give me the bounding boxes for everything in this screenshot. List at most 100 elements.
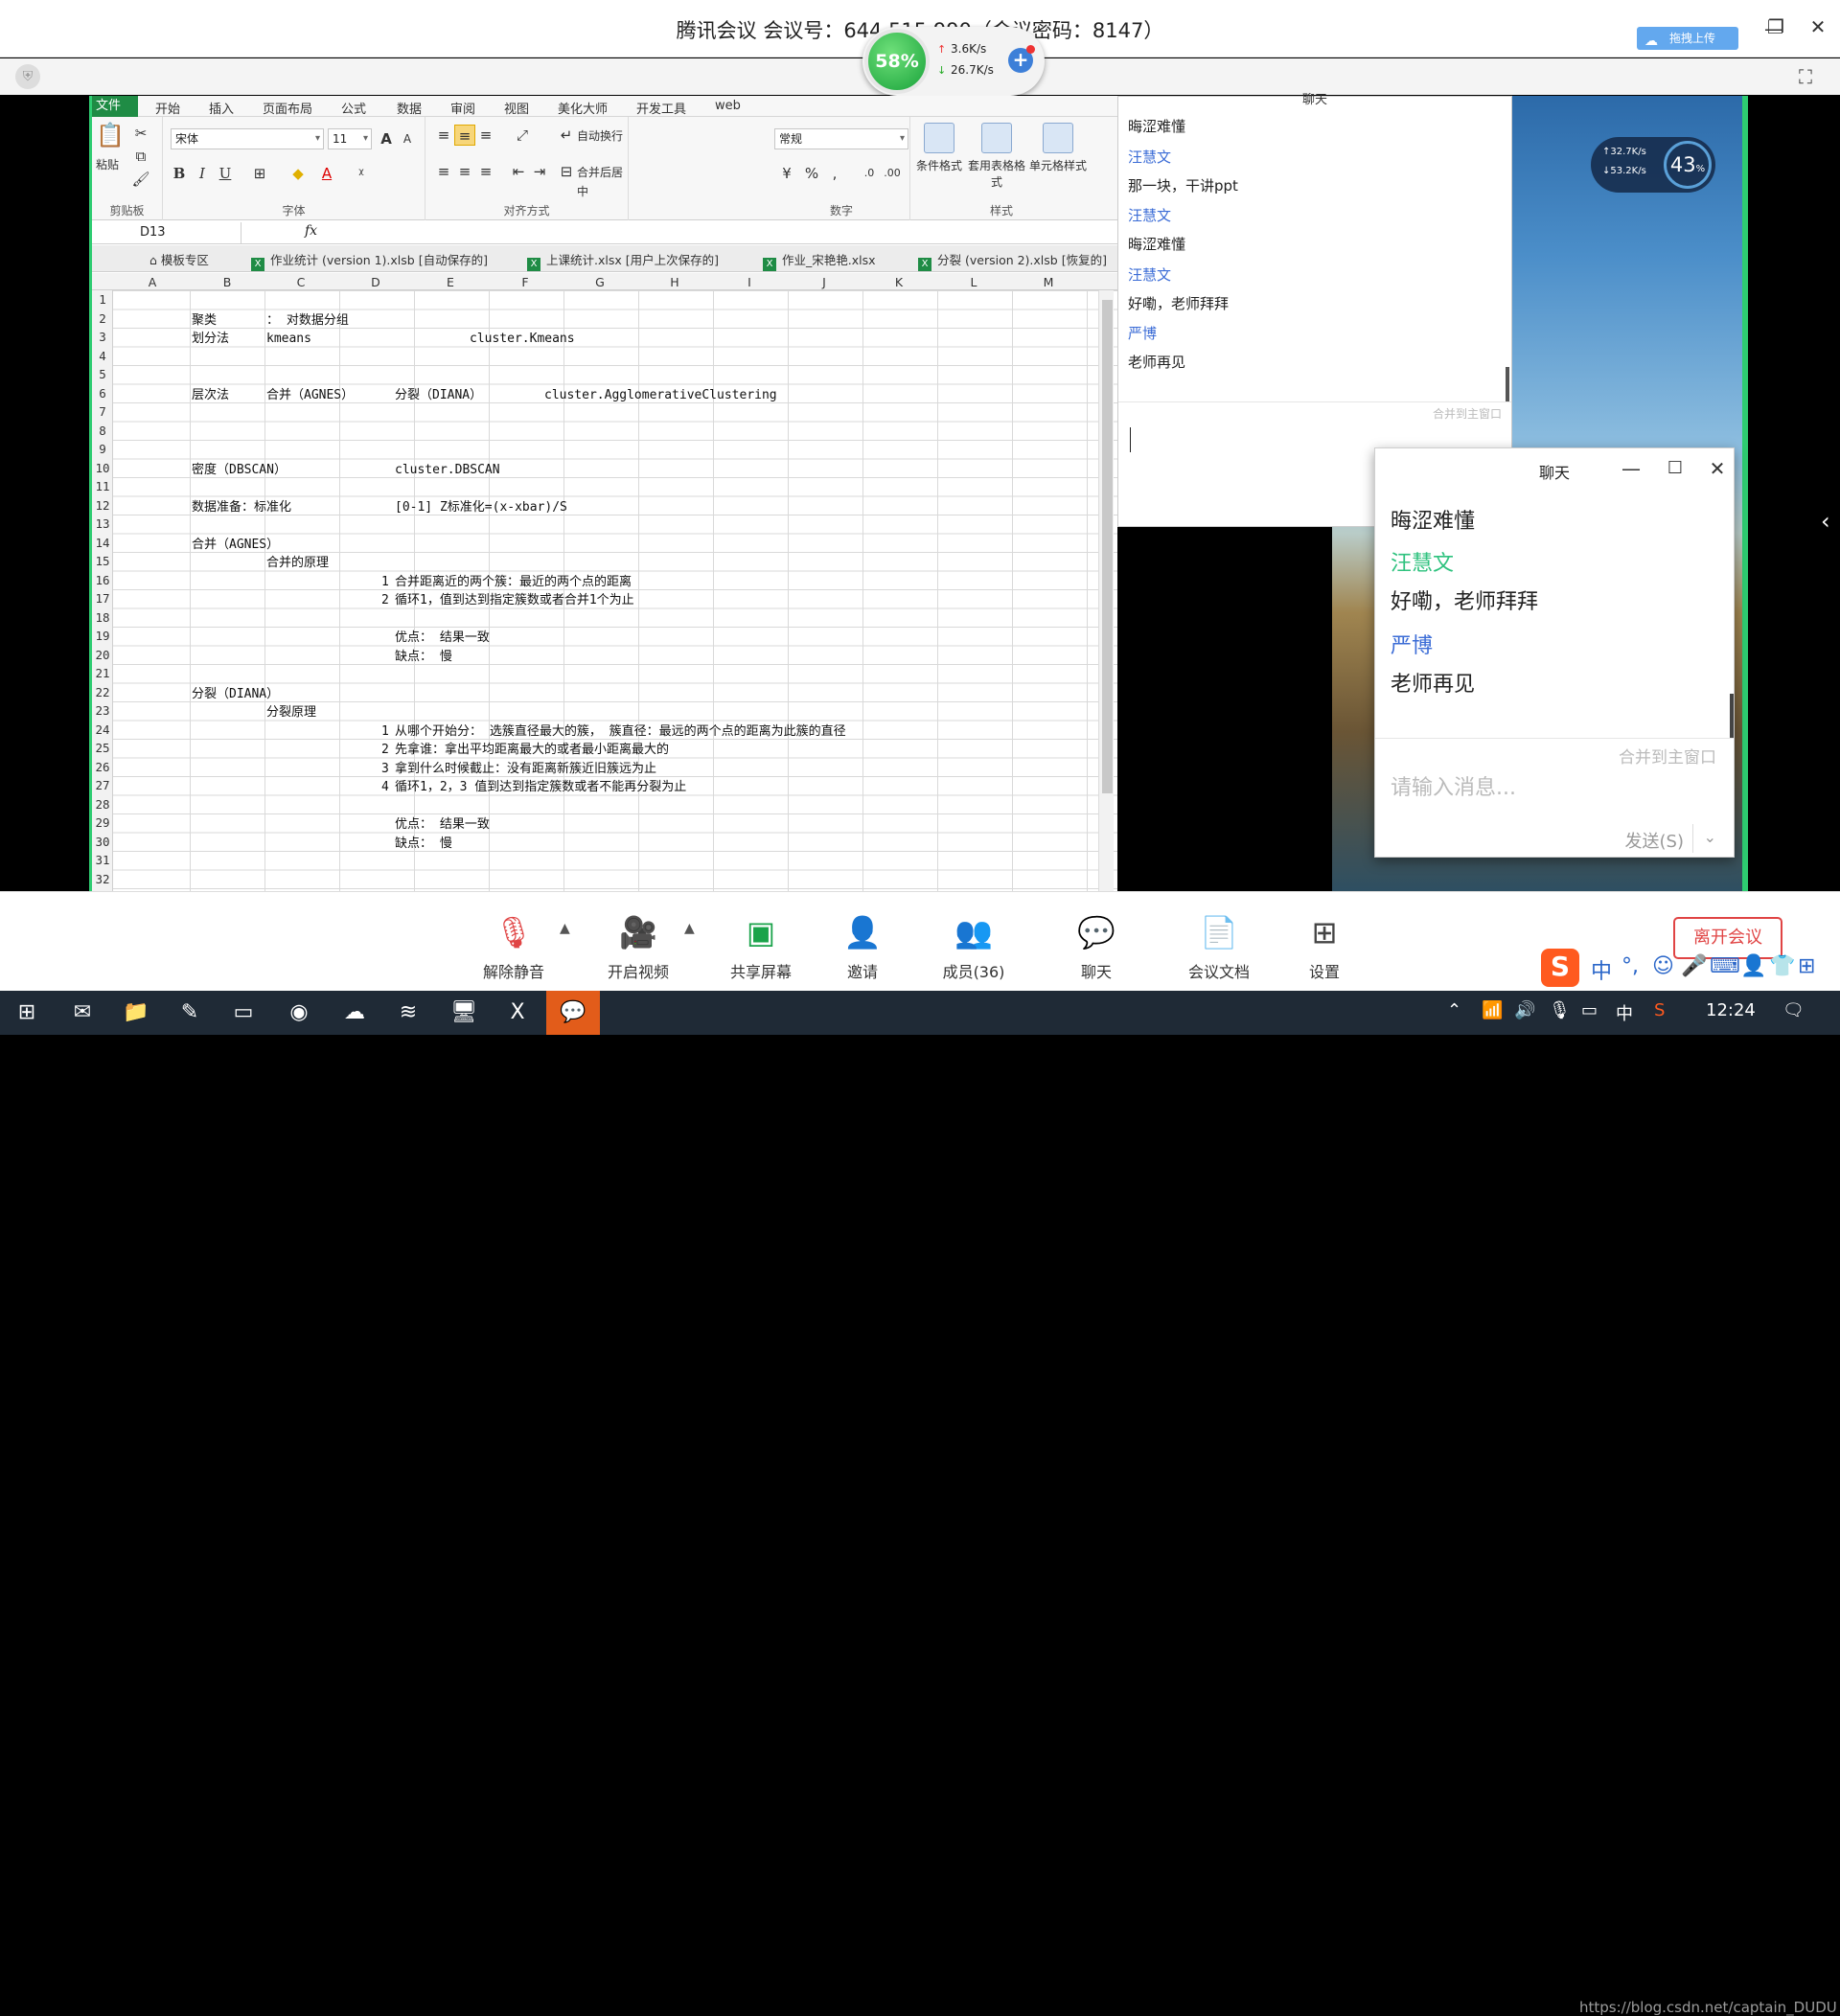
chrome-icon[interactable]: ◉ xyxy=(272,991,326,1035)
cell-d20[interactable]: 缺点： 慢 xyxy=(395,648,452,666)
cell-b14[interactable]: 合并（AGNES） xyxy=(192,536,279,554)
volume-icon[interactable]: 🔊 xyxy=(1514,1000,1535,1020)
row-header[interactable]: 29 xyxy=(92,815,112,830)
cell-c23[interactable]: 分裂原理 xyxy=(266,703,316,722)
restore-icon[interactable]: ❐ xyxy=(1760,11,1792,44)
folder-icon[interactable]: 📁 xyxy=(109,991,163,1035)
settings-button[interactable]: ⊞ 设置 xyxy=(1276,911,1372,982)
cell-d29[interactable]: 优点： 结果一致 xyxy=(395,815,490,834)
tencent-meeting-icon[interactable]: ≋ xyxy=(381,991,435,1035)
cell-d25[interactable]: 先拿谁：拿出平均距离最大的或者最小距离最大的 xyxy=(395,741,669,759)
doc-tab-3[interactable]: X 作业_宋艳艳.xlsx xyxy=(763,250,876,271)
tab-data[interactable]: 数据 xyxy=(397,99,422,117)
col-f[interactable]: F xyxy=(516,275,535,289)
cell-d30[interactable]: 缺点： 慢 xyxy=(395,835,452,853)
doc-tab-4[interactable]: X 分裂 (version 2).xlsb [恢复的] xyxy=(918,250,1107,271)
tab-beautify[interactable]: 美化大师 xyxy=(558,99,608,117)
cut-icon[interactable]: ✂ xyxy=(130,123,151,144)
table-format-button[interactable]: 套用表格格式 xyxy=(968,119,1025,195)
align-center-icon[interactable]: ≡ xyxy=(454,161,475,182)
row-header[interactable]: 17 xyxy=(92,591,112,606)
row-header[interactable]: 15 xyxy=(92,554,112,568)
row-header[interactable]: 24 xyxy=(92,722,112,737)
skin-icon[interactable]: 👕 xyxy=(1769,954,1795,978)
cell-c25-num[interactable]: 2 xyxy=(381,741,389,759)
align-right-icon[interactable]: ≡ xyxy=(475,161,496,182)
paste-icon[interactable]: 📋 xyxy=(96,124,125,153)
row-header[interactable]: 18 xyxy=(92,610,112,625)
row-header[interactable]: 9 xyxy=(92,442,112,456)
format-painter-icon[interactable]: 🖌 xyxy=(130,169,151,190)
cell-c26-num[interactable]: 3 xyxy=(381,760,389,778)
close-icon[interactable]: ✕ xyxy=(1703,454,1732,483)
row-header[interactable]: 23 xyxy=(92,703,112,718)
chat-sender[interactable]: 汪慧文 xyxy=(1128,205,1171,225)
chat-sender[interactable]: 严博 xyxy=(1128,323,1157,343)
decrease-decimal-icon[interactable]: .00 xyxy=(882,163,903,184)
row-header[interactable]: 31 xyxy=(92,853,112,867)
chat-scrollbar[interactable] xyxy=(1730,694,1734,738)
cell-c15[interactable]: 合并的原理 xyxy=(266,554,329,572)
col-d[interactable]: D xyxy=(366,275,385,289)
notification-icon[interactable]: 🗨 xyxy=(1782,1000,1805,1020)
chevron-down-icon[interactable]: ⌄ xyxy=(1704,828,1716,846)
chat-sender[interactable]: 汪慧文 xyxy=(1391,546,1454,577)
keyboard-icon[interactable]: ⌨ xyxy=(1710,954,1740,978)
message-input[interactable]: 请输入消息... xyxy=(1391,770,1516,801)
wrap-text-icon[interactable]: ↵ xyxy=(556,125,577,146)
doc-tab-1[interactable]: X 作业统计 (version 1).xlsb [自动保存的] xyxy=(251,250,488,271)
cell-d17[interactable]: 循环1，值到达到指定簇数或者合并1个为止 xyxy=(395,591,634,609)
col-b[interactable]: B xyxy=(218,275,237,289)
copy-icon[interactable]: ⧉ xyxy=(130,146,151,167)
col-h[interactable]: H xyxy=(665,275,684,289)
cell-e3[interactable]: cluster.Kmeans xyxy=(470,330,575,348)
cell-c16-num[interactable]: 1 xyxy=(381,573,389,591)
taskbar-lang[interactable]: 中 xyxy=(1616,1000,1633,1025)
row-header[interactable]: 10 xyxy=(92,461,112,475)
tab-file[interactable]: 文件 xyxy=(92,96,138,117)
doc-tab-2[interactable]: X 上课统计.xlsx [用户上次保存的] xyxy=(527,250,719,271)
close-window-icon[interactable]: ✕ xyxy=(1802,11,1834,44)
col-m[interactable]: M xyxy=(1039,275,1058,289)
underline-icon[interactable]: U xyxy=(215,163,236,184)
font-name-select[interactable]: 宋体 xyxy=(171,128,324,149)
currency-icon[interactable]: ¥ xyxy=(776,163,797,184)
row-header[interactable]: 3 xyxy=(92,330,112,344)
increase-indent-icon[interactable]: ⇥ xyxy=(529,161,550,182)
meeting-docs-button[interactable]: 📄 会议文档 xyxy=(1171,911,1267,982)
cell-b22[interactable]: 分裂（DIANA） xyxy=(192,685,279,703)
merge-to-main-link[interactable]: 合并到主窗口 xyxy=(1619,744,1716,767)
row-header[interactable]: 22 xyxy=(92,685,112,699)
computer-icon[interactable]: 🖥 xyxy=(437,991,491,1035)
vertical-scrollbar[interactable] xyxy=(1098,290,1114,891)
col-l[interactable]: L xyxy=(964,275,983,289)
cell-d24[interactable]: 从哪个开始分： 选簇直径最大的簇， 簇直径：最远的两个点的距离为此簇的直径 xyxy=(395,722,846,741)
align-middle-icon[interactable]: ≡ xyxy=(454,125,475,146)
chevron-up-icon[interactable]: ▲ xyxy=(560,921,570,936)
doc-tab-templates[interactable]: ⌂ 模板专区 xyxy=(150,250,209,268)
row-header[interactable]: 19 xyxy=(92,629,112,643)
col-i[interactable]: I xyxy=(740,275,759,289)
col-e[interactable]: E xyxy=(441,275,460,289)
row-header[interactable]: 26 xyxy=(92,760,112,774)
decrease-font-icon[interactable]: A xyxy=(397,128,418,149)
name-box[interactable]: D13 xyxy=(92,222,242,243)
unmute-button[interactable]: 🎙 解除静音 xyxy=(466,911,562,982)
mic-tray-icon[interactable]: 🎙 xyxy=(1549,1000,1571,1020)
toolbox-icon[interactable]: ⊞ xyxy=(1798,954,1815,978)
user-icon[interactable]: 👤 xyxy=(1740,954,1766,978)
send-button[interactable]: 发送(S) xyxy=(1625,828,1684,853)
tab-web[interactable]: web xyxy=(715,99,741,113)
conditional-format-button[interactable]: 条件格式 xyxy=(910,119,968,195)
invite-button[interactable]: 👤 邀请 xyxy=(815,911,910,982)
percent-icon[interactable]: % xyxy=(801,163,822,184)
shield-icon[interactable]: ⛨ xyxy=(15,64,40,89)
row-header[interactable]: 28 xyxy=(92,797,112,812)
chevron-up-icon[interactable]: ▲ xyxy=(684,921,695,936)
cell-d27[interactable]: 循环1，2，3 值到达到指定簇数或者不能再分裂为止 xyxy=(395,778,686,796)
row-header[interactable]: 8 xyxy=(92,424,112,438)
row-header[interactable]: 32 xyxy=(92,872,112,886)
ime-punct[interactable]: °, xyxy=(1622,954,1639,978)
wrap-text-label[interactable]: 自动换行 xyxy=(577,126,623,146)
cell-c24-num[interactable]: 1 xyxy=(381,722,389,741)
